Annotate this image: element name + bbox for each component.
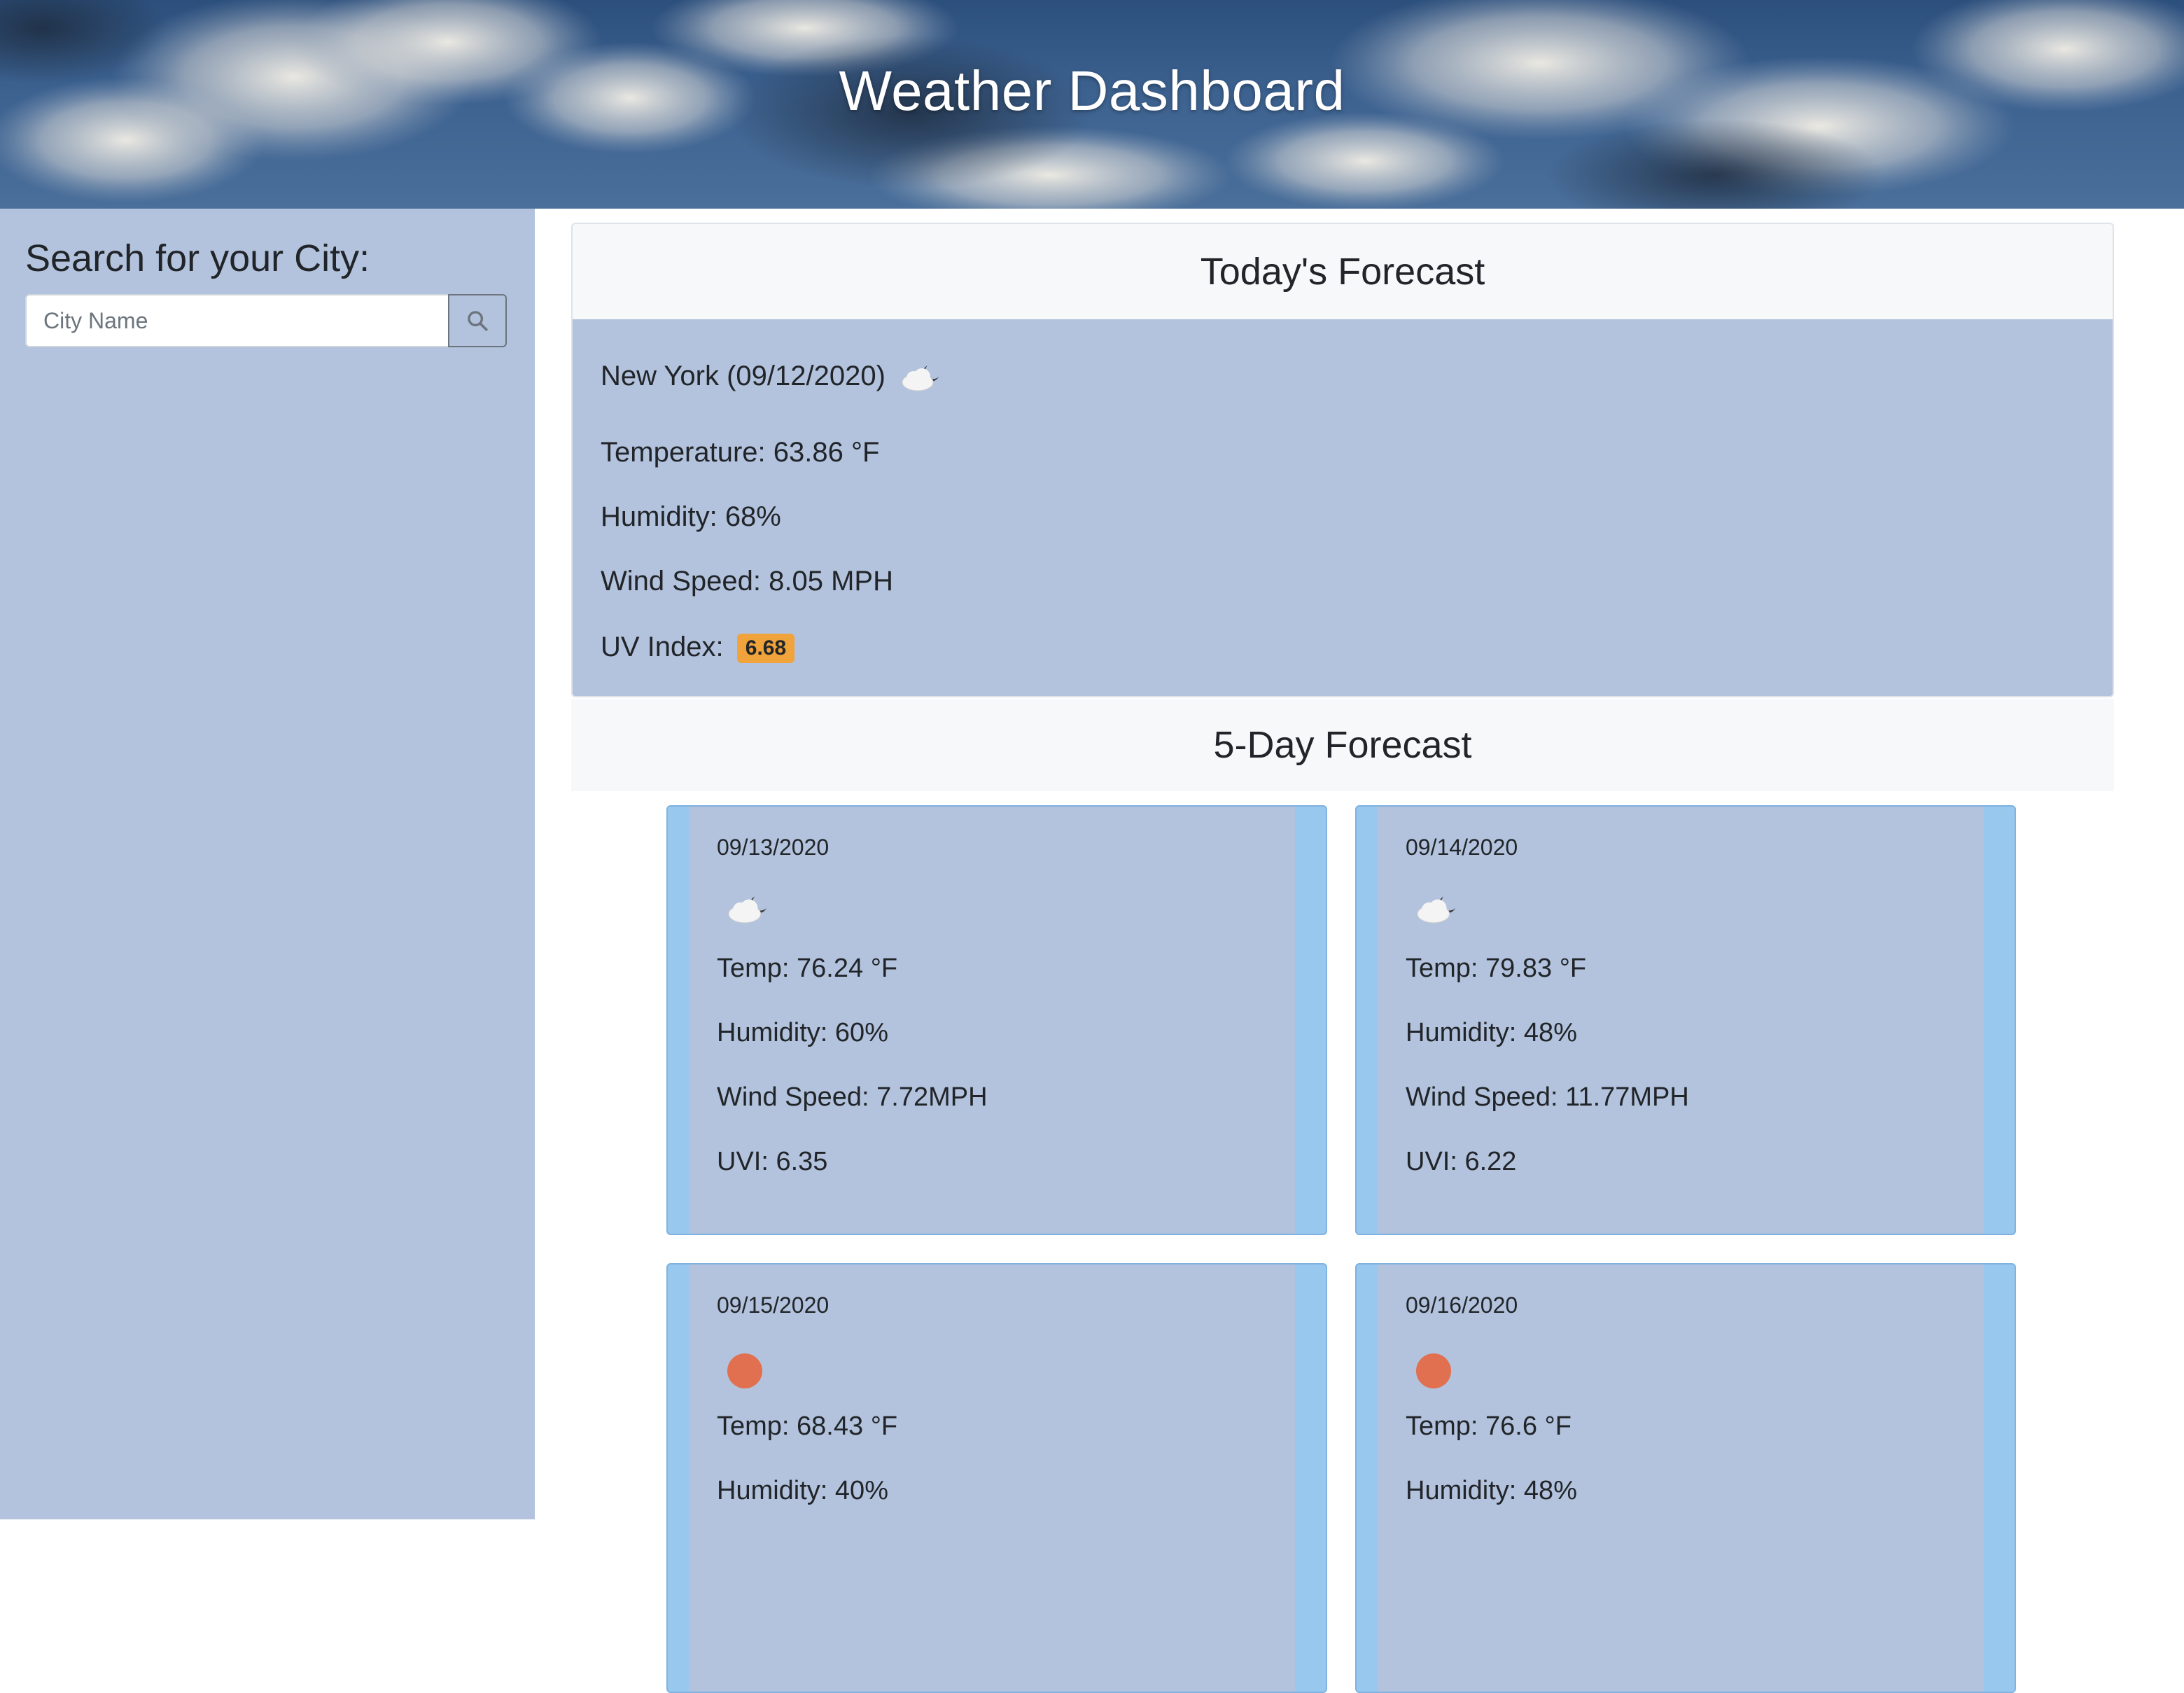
cloudy-night-icon (1417, 896, 1455, 924)
forecast-card: 09/14/2020 Temp: 79.83 °F Humidity: 48% … (1355, 805, 2016, 1235)
current-city-date: New York (09/12/2020) (601, 360, 886, 391)
current-humidity: Humidity: 68% (601, 501, 781, 532)
forecast-temp: Temp: 68.43 °F (717, 1412, 898, 1441)
page-title: Weather Dashboard (839, 60, 1345, 122)
forecast-humidity: Humidity: 48% (1406, 1018, 1577, 1047)
cloudy-night-icon (902, 365, 939, 391)
forecast-date: 09/15/2020 (717, 1293, 830, 1318)
uv-index-badge: 6.68 (736, 634, 795, 664)
city-search-input[interactable] (25, 294, 449, 347)
forecast-card: 09/13/2020 Temp: 76.24 °F Humidity: 60% … (666, 805, 1327, 1235)
current-uv-index: UV Index: 6.68 (601, 632, 795, 664)
forecast-card: 09/16/2020 Temp: 76.6 °F Humidity: 48% (1355, 1263, 2016, 1693)
search-group (25, 294, 507, 347)
search-button[interactable] (448, 294, 507, 347)
clear-sun-icon (727, 1353, 762, 1388)
forecast-temp: Temp: 76.6 °F (1406, 1412, 1572, 1441)
today-forecast-body: New York (09/12/2020) Temperature: 63.86… (573, 319, 2113, 696)
today-forecast-card: Today's Forecast New York (09/12/2020) T… (571, 223, 2114, 697)
forecast-wind-speed: Wind Speed: 7.72MPH (717, 1082, 988, 1112)
forecast-date: 09/14/2020 (1406, 835, 1518, 860)
forecast-card: 09/15/2020 Temp: 68.43 °F Humidity: 40% (666, 1263, 1327, 1693)
today-forecast-header: Today's Forecast (573, 224, 2113, 319)
clear-sun-icon (1416, 1353, 1451, 1388)
forecast-temp: Temp: 76.24 °F (717, 954, 898, 983)
search-sidebar: Search for your City: (0, 209, 535, 1519)
forecast-uvi: UVI: 6.35 (717, 1147, 828, 1176)
current-temperature: Temperature: 63.86 °F (601, 437, 880, 468)
forecast-date: 09/13/2020 (717, 835, 830, 860)
current-wind-speed: Wind Speed: 8.05 MPH (601, 566, 893, 597)
forecast-humidity: Humidity: 60% (717, 1018, 888, 1047)
uv-index-label: UV Index: (601, 632, 724, 662)
forecast-wind-speed: Wind Speed: 11.77MPH (1406, 1082, 1689, 1112)
search-icon (468, 311, 488, 331)
forecast-humidity: Humidity: 40% (717, 1476, 888, 1505)
forecast-date: 09/16/2020 (1406, 1293, 1518, 1318)
current-city-line: New York (09/12/2020) (601, 358, 946, 393)
cloudy-night-icon (728, 896, 766, 924)
five-day-forecast-header: 5-Day Forecast (571, 699, 2114, 791)
forecast-temp: Temp: 79.83 °F (1406, 954, 1587, 983)
page-header: Weather Dashboard (0, 0, 2184, 209)
forecast-humidity: Humidity: 48% (1406, 1476, 1577, 1505)
forecast-uvi: UVI: 6.22 (1406, 1147, 1517, 1176)
search-heading: Search for your City: (25, 237, 370, 279)
